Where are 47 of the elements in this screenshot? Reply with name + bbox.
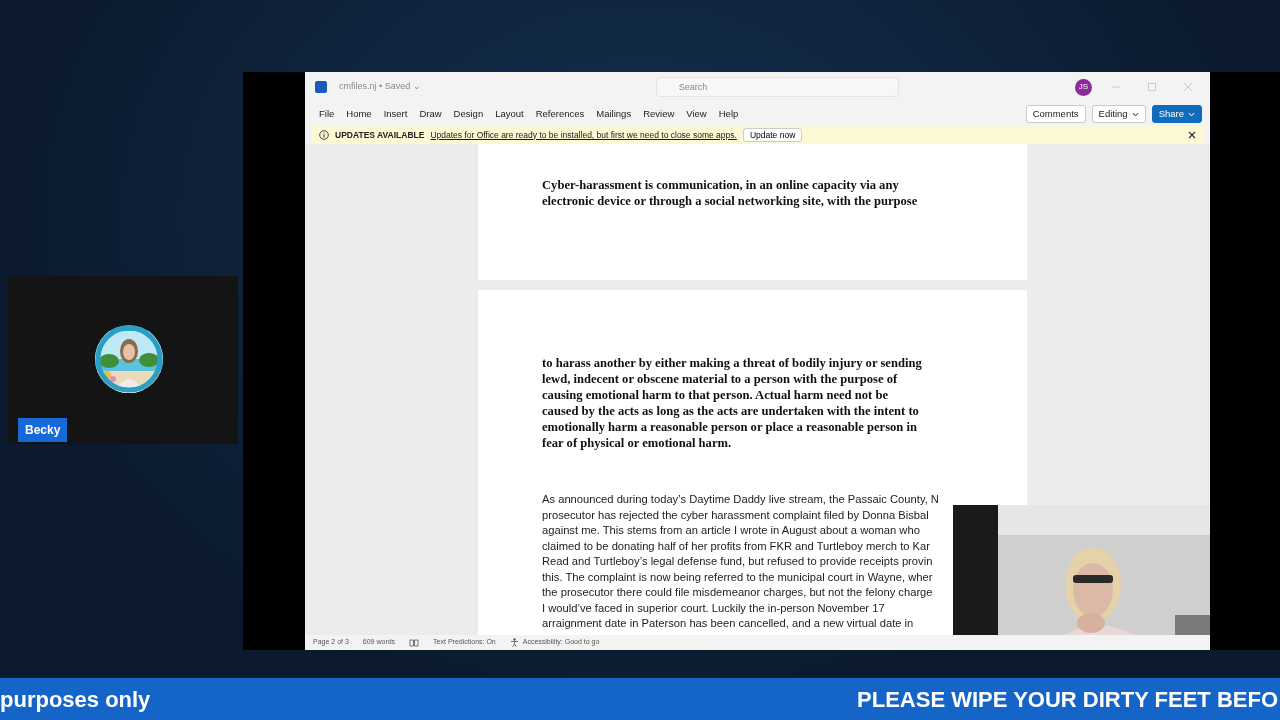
ribbon-tab[interactable]: Draw bbox=[413, 104, 448, 124]
document-text-line: fear of physical or emotional harm. bbox=[542, 435, 732, 451]
ticker-text: purposes only bbox=[0, 685, 151, 714]
ribbon-tab[interactable]: Layout bbox=[489, 104, 530, 124]
ribbon-tab[interactable]: Review bbox=[637, 104, 681, 124]
accessibility-icon bbox=[509, 638, 519, 647]
ticker-text: PLEASE WIPE YOUR DIRTY FEET BEFO bbox=[857, 685, 1278, 714]
close-icon[interactable] bbox=[1188, 131, 1196, 139]
document-text-line: prosecutor has rejected the cyber harassment complaint filed by Donna Bisbal bbox=[542, 507, 929, 523]
document-text-line: to harass another by either making a threat of bodily injury or sending bbox=[542, 355, 922, 371]
participant-name: Becky bbox=[18, 418, 68, 442]
document-text-line: electronic device or through a social networking site, with the purpose bbox=[542, 193, 918, 209]
word-logo-icon bbox=[315, 81, 327, 93]
comments-button[interactable]: Comments bbox=[1025, 104, 1086, 124]
document-text-line: caused by the acts as long as the acts are undertaken with the intent to bbox=[542, 403, 919, 419]
book-icon[interactable] bbox=[409, 638, 420, 647]
document-text-line: lewd, indecent or obscene material to a person with the purpose of bbox=[542, 371, 898, 387]
document-text-line: claimed to be donating half of her profits from FKR and Turtleboy merch to Kar bbox=[542, 538, 931, 554]
caret-icon bbox=[1188, 111, 1195, 117]
ribbon-tab[interactable]: View bbox=[680, 104, 713, 124]
document-text-line: Cyber-harassment is communication, in an online capacity via any bbox=[542, 177, 899, 193]
ribbon-tab[interactable]: Help bbox=[712, 104, 745, 124]
search-field[interactable]: Search bbox=[655, 77, 899, 97]
document-text-line: Read and Turtleboy’s legal defense fund, but refused to provide receipts provin bbox=[542, 554, 933, 569]
caret-icon bbox=[1131, 111, 1139, 117]
user-avatar[interactable]: JS bbox=[1075, 78, 1092, 96]
editing-button[interactable]: Editing bbox=[1091, 104, 1146, 124]
ribbon-tab[interactable]: Home bbox=[340, 104, 378, 124]
ribbon-tab[interactable]: Design bbox=[447, 104, 490, 124]
ribbon-tab[interactable]: References bbox=[529, 104, 591, 124]
share-button[interactable]: Share bbox=[1151, 104, 1202, 124]
document-text-line: against me. This stems from an article I wrote in August about a woman who bbox=[542, 523, 920, 538]
document-text-line: this. The complaint is now being referred to the municipal court in Wayne, wher bbox=[542, 569, 933, 585]
update-now-button[interactable]: Update now bbox=[742, 127, 803, 143]
document-text-line: causing emotional harm to that person. Actual harm need not be bbox=[542, 387, 888, 403]
ribbon-tab[interactable]: Insert bbox=[377, 104, 414, 124]
document-text-line: the prosecutor there could file misdemeanor charges, but not the felony charge bbox=[542, 585, 933, 600]
document-text-line: emotionally harm a reasonable person or place a reasonable person in bbox=[542, 419, 917, 435]
document-text-line: As announced during today’s Daytime Daddy live stream, the Passaic County, N bbox=[542, 492, 939, 507]
ribbon-tab[interactable]: Mailings bbox=[590, 104, 638, 124]
info-icon bbox=[319, 130, 329, 140]
document-text-line: arraignment date in Paterson has been cancelled, and a new virtual date in bbox=[542, 616, 914, 631]
update-title: UPDATES AVAILABLE bbox=[335, 128, 425, 142]
update-link[interactable]: Updates for Office are ready to be installed, but first we need to close some apps. bbox=[430, 128, 737, 142]
document-text-line: I would’ve faced in superior court. Luckily the in-person November 17 bbox=[542, 600, 885, 616]
ribbon-tab[interactable]: File bbox=[313, 104, 341, 124]
document-title: cmfiles.nj • Saved ⌄ bbox=[339, 80, 421, 94]
